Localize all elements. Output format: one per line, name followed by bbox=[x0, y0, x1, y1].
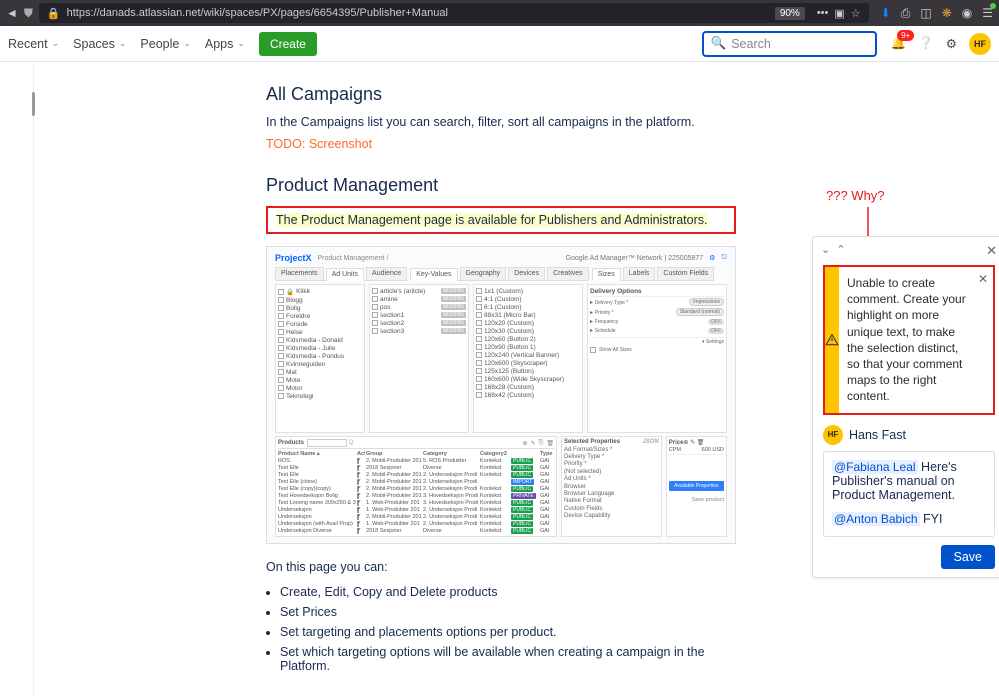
embedded-screenshot: ProjectX Product Management / Google Ad … bbox=[266, 246, 736, 544]
profile-icon[interactable]: ◉ bbox=[962, 6, 972, 20]
highlight-annotation: The Product Management page is available… bbox=[266, 206, 736, 234]
nav-recent[interactable]: Recent⌄ bbox=[8, 37, 59, 51]
settings-icon[interactable]: ⚙ bbox=[946, 36, 957, 51]
feature-list: Create, Edit, Copy and Delete productsSe… bbox=[280, 582, 736, 676]
warning-icon bbox=[825, 267, 839, 413]
list-item: Set targeting and placements options per… bbox=[280, 622, 736, 642]
reader-icon[interactable]: ▣ bbox=[834, 7, 844, 20]
shield-icon[interactable]: ⛊ bbox=[24, 6, 33, 21]
heading-all-campaigns: All Campaigns bbox=[266, 84, 736, 105]
nav-people[interactable]: People⌄ bbox=[140, 37, 190, 51]
embed-logo: ProjectX bbox=[275, 253, 312, 263]
toolbar-extensions: ⬇ ⎙ ◫ ❋ ◉ ☰ bbox=[881, 6, 993, 21]
menu-icon[interactable]: ☰ bbox=[982, 6, 993, 20]
ext-icon[interactable]: ❋ bbox=[942, 6, 952, 20]
heading-product-management: Product Management bbox=[266, 175, 736, 196]
comment-panel: ⌄⌃ ✕ ✕ Unable to create comment. Create … bbox=[812, 236, 999, 578]
help-icon[interactable]: ❔ bbox=[918, 36, 934, 51]
star-icon[interactable]: ☆ bbox=[851, 7, 861, 20]
close-icon[interactable]: ✕ bbox=[986, 243, 997, 259]
highlighted-text[interactable]: The Product Management page is available… bbox=[276, 213, 707, 227]
comment-editor[interactable]: @Fabiana Leal Here's Publisher's manual … bbox=[823, 451, 995, 537]
mention[interactable]: @Anton Babich bbox=[832, 512, 920, 526]
notifications-icon[interactable]: 🔔 bbox=[891, 36, 907, 51]
after-text: On this page you can: bbox=[266, 560, 736, 574]
page-tree-collapsed[interactable] bbox=[0, 62, 34, 696]
address-bar[interactable]: 🔒 https://danads.atlassian.net/wiki/spac… bbox=[39, 3, 869, 23]
para-campaigns: In the Campaigns list you can search, fi… bbox=[266, 115, 736, 129]
dismiss-error-icon[interactable]: ✕ bbox=[978, 271, 988, 287]
error-text: Unable to create comment. Create your hi… bbox=[847, 276, 966, 403]
confluence-topbar: Recent⌄ Spaces⌄ People⌄ Apps⌄ Create 🔍 S… bbox=[0, 26, 999, 62]
nav-apps[interactable]: Apps⌄ bbox=[205, 37, 245, 51]
save-button[interactable]: Save bbox=[941, 545, 996, 569]
search-input[interactable]: 🔍 Search bbox=[702, 31, 877, 57]
gear-icon: ⚙ bbox=[709, 254, 715, 262]
author-avatar: HF bbox=[823, 425, 843, 445]
nav-spaces[interactable]: Spaces⌄ bbox=[73, 37, 126, 51]
sidebar-icon[interactable]: ◫ bbox=[920, 6, 931, 20]
chevron-down-icon: ⌄ bbox=[821, 243, 830, 256]
todo-text: TODO: Screenshot bbox=[266, 137, 736, 151]
create-button[interactable]: Create bbox=[259, 32, 317, 56]
url-text: https://danads.atlassian.net/wiki/spaces… bbox=[67, 7, 448, 19]
ellipsis-icon[interactable]: ••• bbox=[817, 7, 829, 19]
logout-icon: ⎋ bbox=[721, 254, 727, 262]
browser-chrome: ◄ ⛊ 🔒 https://danads.atlassian.net/wiki/… bbox=[0, 0, 999, 26]
comment-nav[interactable]: ⌄⌃ bbox=[821, 243, 845, 256]
comment-author: HF Hans Fast bbox=[823, 425, 995, 445]
zoom-level[interactable]: 90% bbox=[775, 7, 805, 20]
annotation-why: ??? Why? bbox=[826, 188, 885, 203]
chevron-up-icon: ⌃ bbox=[836, 243, 845, 256]
search-icon: 🔍 bbox=[711, 36, 727, 51]
list-item: Set Prices bbox=[280, 602, 736, 622]
library-icon[interactable]: ⎙ bbox=[901, 6, 911, 21]
user-avatar[interactable]: HF bbox=[969, 33, 991, 55]
lock-icon: 🔒 bbox=[47, 7, 61, 20]
nav-back-icon[interactable]: ◄ bbox=[6, 6, 18, 20]
list-item: Create, Edit, Copy and Delete products bbox=[280, 582, 736, 602]
download-icon[interactable]: ⬇ bbox=[881, 6, 891, 20]
list-item: Set which targeting options will be avai… bbox=[280, 642, 736, 676]
document-content: All Campaigns In the Campaigns list you … bbox=[266, 84, 736, 676]
error-message-box: ✕ Unable to create comment. Create your … bbox=[823, 265, 995, 415]
mention[interactable]: @Fabiana Leal bbox=[832, 460, 918, 474]
